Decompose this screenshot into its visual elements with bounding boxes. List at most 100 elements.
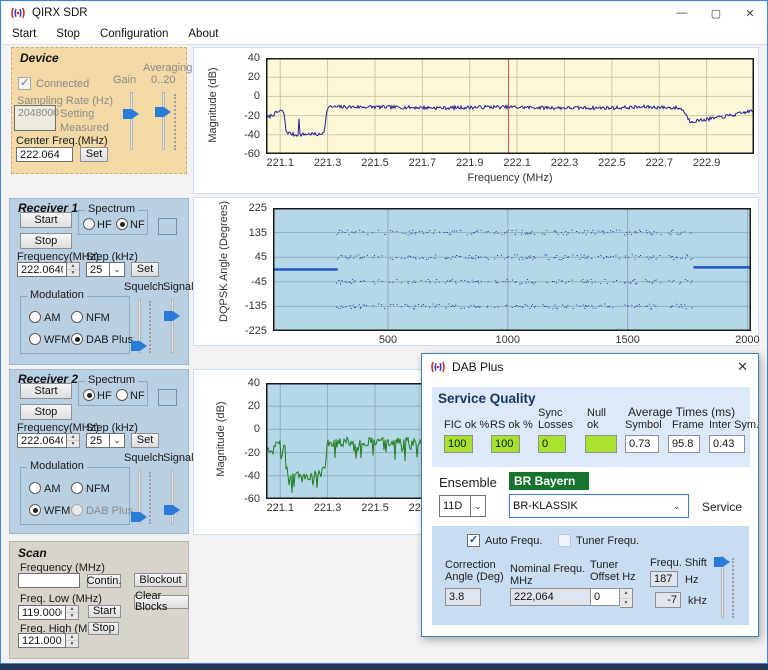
receiver1-am-radio[interactable] — [29, 311, 41, 323]
receiver2-dab-radio[interactable] — [71, 504, 83, 516]
menu-start[interactable]: Start — [2, 25, 46, 43]
receiver2-am-radio[interactable] — [29, 482, 41, 494]
connected-checkbox[interactable] — [18, 76, 31, 90]
receiver2-squelch-ticks — [149, 472, 151, 524]
y-tick-label: -40 — [244, 128, 260, 141]
offset-spinner[interactable]: ▲ ▼ — [620, 588, 633, 608]
maximize-button[interactable]: ▢ — [699, 2, 733, 24]
nominal-value: 222,064 — [510, 588, 602, 606]
receiver2-step-dropdown-icon[interactable]: ⌄ — [110, 433, 125, 448]
scan-freq-low-input[interactable] — [18, 605, 66, 620]
scan-contin-button[interactable]: Contin. — [87, 574, 121, 588]
receiver1-step-dropdown-icon[interactable]: ⌄ — [110, 262, 125, 277]
scan-freq-high-input[interactable] — [18, 633, 66, 648]
minimize-button[interactable]: — — [665, 2, 699, 24]
dqpsk-chart[interactable]: 225 135 45 -45 -135 -225 500 1000 1500 2000 — [245, 202, 760, 346]
frequ-shift-slider-ticks — [732, 558, 734, 618]
receiver1-panel: Receiver 1 Start Stop Spectrum HF NF Fre… — [9, 198, 194, 365]
y-tick-label: 40 — [247, 377, 260, 389]
auto-frequ-checkbox[interactable] — [467, 533, 480, 547]
y-tick-label: -20 — [244, 446, 260, 459]
service-quality-panel: Service Quality FIC ok % RS ok % Sync Lo… — [432, 387, 759, 467]
receiver1-signal-track[interactable] — [171, 299, 174, 353]
receiver2-signal-thumb[interactable] — [164, 505, 180, 515]
menu-stop[interactable]: Stop — [46, 25, 90, 43]
x-tick-label: 221.3 — [313, 157, 342, 169]
tuner-frequ-checkbox[interactable] — [558, 534, 571, 547]
correction-label-1: Correction — [445, 559, 496, 571]
receiver2-wfm-label: WFM — [44, 505, 71, 517]
title-bar[interactable]: QIRX SDR — ▢ ✕ — [2, 2, 767, 24]
scan-start-button[interactable]: Start — [88, 605, 121, 618]
symbol-label: Symbol — [625, 419, 662, 431]
scan-title: Scan — [18, 546, 47, 560]
receiver1-step-value[interactable]: 25 — [86, 262, 110, 277]
scan-clear-blocks-button[interactable]: Clear Blocks — [134, 591, 189, 613]
menu-about[interactable]: About — [178, 25, 228, 43]
receiver2-hf-radio[interactable] — [83, 389, 95, 401]
receiver2-set-button[interactable]: Set — [131, 433, 159, 448]
receiver1-modulation-label: Modulation — [27, 289, 87, 301]
receiver1-stop-button[interactable]: Stop — [20, 233, 72, 249]
dialog-app-icon — [430, 361, 446, 373]
shift-hz-value: 187 — [650, 571, 678, 587]
receiver1-wfm-radio[interactable] — [29, 333, 41, 345]
receiver2-step-value[interactable]: 25 — [86, 433, 110, 448]
center-freq-input[interactable] — [16, 147, 73, 162]
scan-frequency-input[interactable] — [18, 573, 80, 588]
x-tick-label: 222.5 — [598, 157, 626, 169]
receiver2-frequency-spinner[interactable]: ▲ ▼ — [67, 433, 80, 448]
receiver2-signal-track[interactable] — [171, 470, 174, 524]
receiver1-set-button[interactable]: Set — [131, 262, 159, 277]
service-combo[interactable]: BR-KLASSIK — [509, 494, 689, 518]
receiver2-nf-radio[interactable] — [116, 389, 128, 401]
receiver1-squelch-thumb[interactable] — [131, 341, 147, 351]
receiver1-frequency-input[interactable] — [17, 262, 67, 277]
gain-slider-track[interactable] — [130, 92, 133, 150]
receiver1-signal-thumb[interactable] — [164, 311, 180, 321]
receiver1-hf-radio[interactable] — [83, 218, 95, 230]
x-tick-label: 221.1 — [266, 157, 294, 169]
receiver2-stop-button[interactable]: Stop — [20, 404, 72, 420]
ensemble-id-dropdown-icon[interactable]: ⌄ — [471, 495, 486, 517]
shift-khz-unit: kHz — [688, 595, 707, 607]
scan-freq-high-spinner[interactable]: ▲ ▼ — [66, 633, 79, 648]
offset-value[interactable]: 0 — [590, 588, 620, 606]
receiver1-nf-radio[interactable] — [116, 218, 128, 230]
menu-bar: Start Stop Configuration About — [2, 24, 767, 45]
receiver2-frequency-input[interactable] — [17, 433, 67, 448]
receiver2-am-label: AM — [44, 483, 61, 495]
close-button[interactable]: ✕ — [733, 2, 767, 24]
receiver1-squelch-ticks — [149, 301, 151, 353]
dialog-close-icon[interactable]: ✕ — [737, 359, 748, 375]
service-dropdown-icon[interactable]: ⌄ — [669, 496, 684, 516]
averaging-slider-track[interactable] — [162, 92, 165, 150]
receiver1-dab-radio[interactable] — [71, 333, 83, 345]
averaging-label: Averaging — [143, 62, 193, 74]
frequ-shift-slider-thumb[interactable] — [714, 557, 730, 567]
scan-blockout-button[interactable]: Blockout — [134, 573, 187, 587]
receiver1-start-button[interactable]: Start — [20, 212, 72, 228]
receiver2-squelch-thumb[interactable] — [131, 512, 147, 522]
receiver2-wfm-radio[interactable] — [29, 504, 41, 516]
inter-sym-value: 0.43 — [709, 435, 745, 453]
inter-sym-label: Inter Sym. — [709, 419, 760, 431]
scan-freq-low-spinner[interactable]: ▲ ▼ — [66, 605, 79, 620]
menu-configuration[interactable]: Configuration — [90, 25, 178, 43]
receiver1-signal-label: Signal — [163, 281, 194, 293]
receiver2-signal-indicator — [158, 389, 177, 406]
y-tick-label: 0 — [253, 423, 260, 436]
receiver1-nfm-radio[interactable] — [71, 311, 83, 323]
device-set-button[interactable]: Set — [80, 147, 108, 162]
receiver1-squelch-label: Squelch — [124, 281, 164, 293]
device-panel-title: Device — [20, 51, 59, 65]
gain-slider-thumb[interactable] — [123, 109, 139, 119]
averaging-slider-thumb[interactable] — [155, 107, 171, 117]
ensemble-id-combo[interactable]: 11D — [439, 495, 471, 517]
scan-stop-button[interactable]: Stop — [88, 622, 119, 635]
dialog-title-bar[interactable]: DAB Plus ✕ — [422, 354, 758, 380]
rf-spectrum-chart[interactable]: 40 20 0 -20 -40 -60 221.1 221.3 221.5 221.7 221.9 2… — [244, 52, 754, 169]
receiver2-nfm-radio[interactable] — [71, 482, 83, 494]
receiver2-start-button[interactable]: Start — [20, 383, 72, 399]
receiver1-frequency-spinner[interactable]: ▲ ▼ — [67, 262, 80, 277]
